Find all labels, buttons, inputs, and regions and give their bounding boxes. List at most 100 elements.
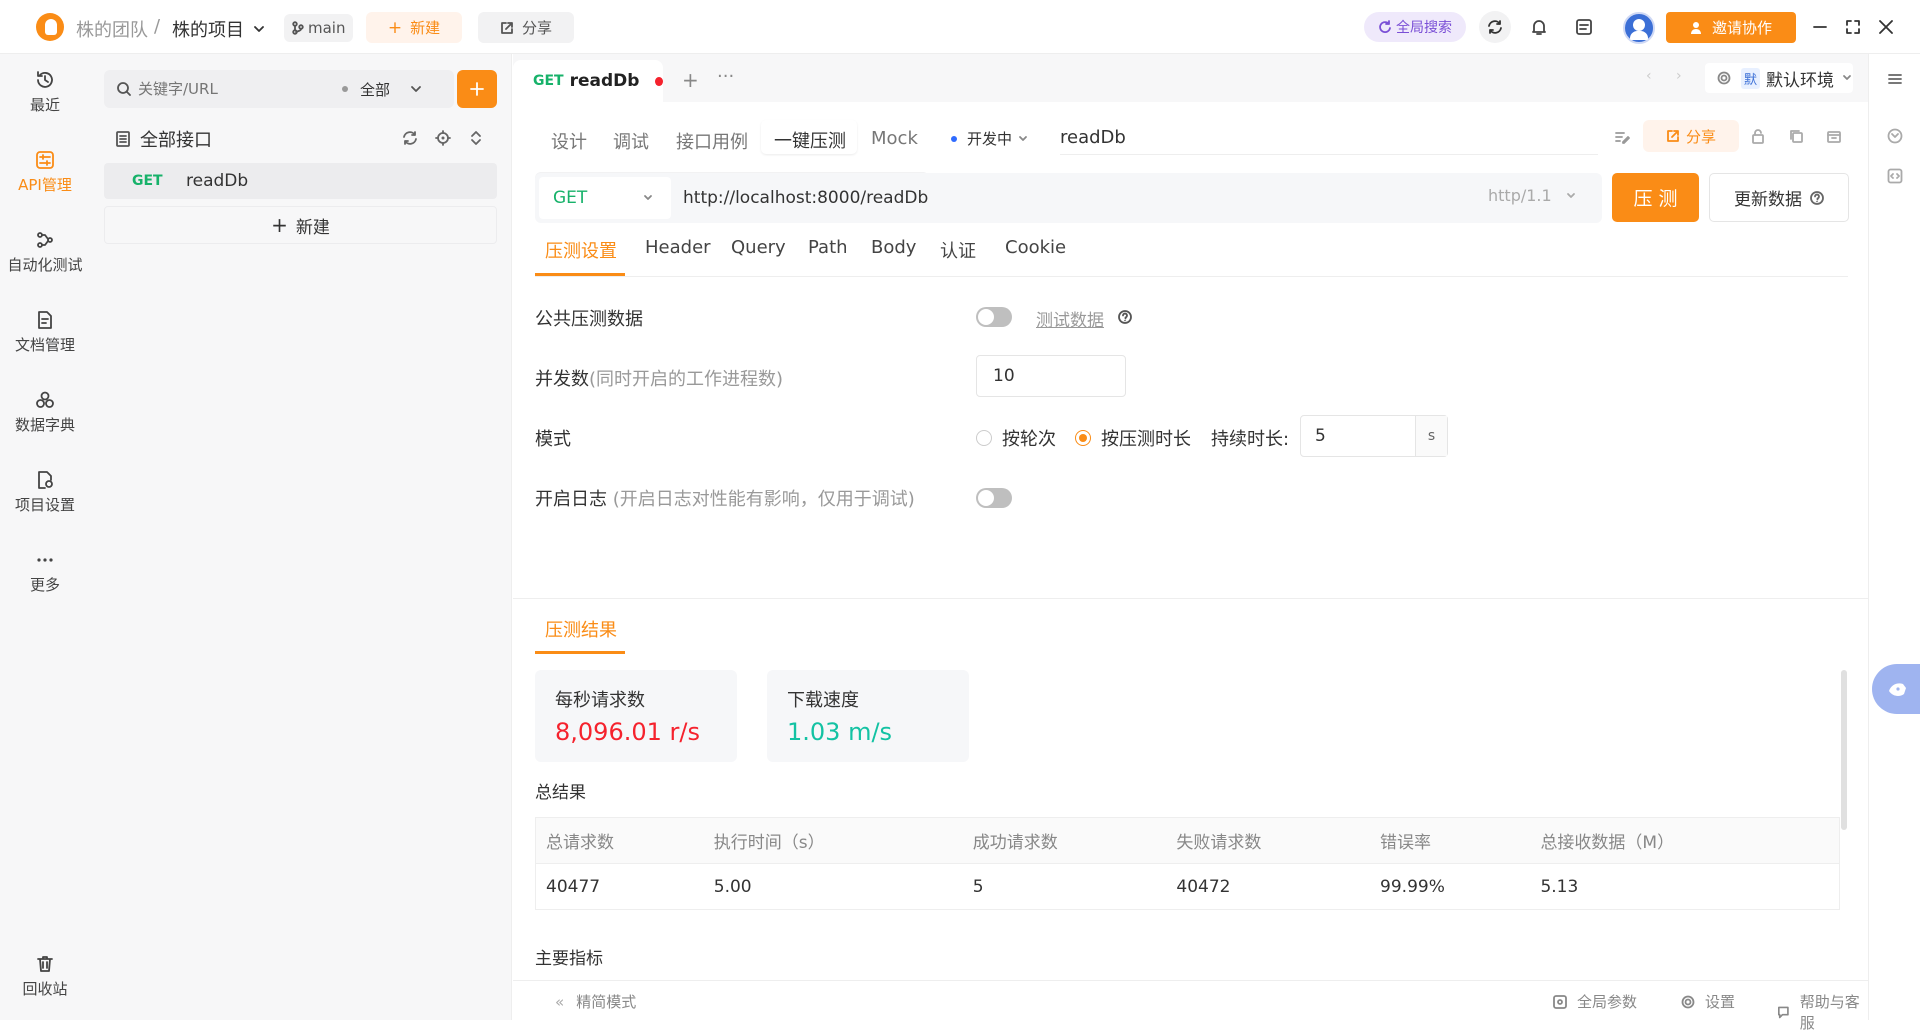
invite-button[interactable]: 邀请协作 [1666,12,1796,43]
active-tab-underline [535,273,625,276]
tab-prev-icon[interactable]: ‹ [1646,68,1652,84]
assistant-bubble[interactable] [1872,664,1920,714]
branch-switcher[interactable]: main [284,14,354,42]
method-select[interactable]: GET [539,177,671,219]
locate-icon[interactable] [435,130,451,146]
protocol-select[interactable]: http/1.1 [1488,186,1576,205]
close-icon[interactable] [1879,20,1893,34]
public-data-label: 公共压测数据 [535,309,643,330]
duration-input[interactable] [1301,416,1415,456]
tree-root[interactable]: 全部接口 [116,126,212,152]
url-input[interactable] [683,181,1463,215]
add-api-button[interactable] [457,70,497,108]
filter-select[interactable]: 全部 [360,79,390,100]
test-data-link[interactable]: 测试数据 [1036,306,1104,331]
share-api-button[interactable]: 分享 [1643,120,1739,152]
tab-body[interactable]: Body [871,237,916,258]
search-input[interactable] [138,80,338,98]
sync-button[interactable] [1479,11,1511,43]
settings-label: 设置 [1705,993,1736,1011]
project-name: 株的项目 [172,20,244,41]
tab-cookie[interactable]: Cookie [1005,237,1066,258]
help-button[interactable]: 帮助与客服 [1777,991,1868,1033]
dict-icon [36,391,54,408]
nav-api-management[interactable]: API管理 [0,150,90,195]
maximize-icon[interactable] [1846,20,1860,34]
results-scrollbar[interactable] [1841,670,1847,830]
total-results-title: 总结果 [535,783,586,803]
nav-trash[interactable]: 回收站 [0,954,90,999]
archive-icon[interactable] [1826,128,1842,144]
concurrency-input[interactable] [976,355,1126,397]
log-toggle[interactable] [976,488,1012,508]
tab-path[interactable]: Path [808,237,848,258]
nav-label: 数据字典 [14,416,75,434]
main-metrics-title: 主要指标 [535,949,603,969]
global-params-label: 全局参数 [1577,993,1638,1011]
tab-more-icon[interactable]: ··· [717,66,734,87]
expand-collapse-icon[interactable] [468,130,484,146]
add-tab-icon[interactable]: + [682,68,699,92]
project-switcher[interactable]: 株的项目 [172,16,266,42]
nav-data-dictionary[interactable]: 数据字典 [0,390,90,435]
status-selector[interactable]: 开发中 [951,128,1028,149]
tab-query[interactable]: Query [731,237,786,258]
nav-label: 文档管理 [14,336,75,354]
clock-icon [37,71,53,88]
notes-icon[interactable] [1575,18,1593,36]
compact-mode-button[interactable]: « 精简模式 [555,991,636,1012]
update-data-button[interactable]: 更新数据 [1709,173,1849,222]
env-selector[interactable]: 默 默认环境 [1705,63,1853,93]
collapse-icon[interactable] [1887,128,1903,144]
refresh-icon[interactable] [402,130,418,146]
trash-icon [37,956,53,972]
tree-root-label: 全部接口 [140,130,212,151]
lock-icon[interactable] [1750,128,1766,144]
search-box: 全部 [104,70,454,108]
settings-button[interactable]: 设置 [1681,991,1735,1012]
tab-load-settings[interactable]: 压测设置 [545,237,617,263]
tab-cases[interactable]: 接口用例 [676,128,748,154]
open-tab-readDb[interactable]: GET readDb [513,60,663,102]
concurrency-label: 并发数(同时开启的工作进程数) [535,365,783,391]
invite-label: 邀请协作 [1711,19,1772,37]
tab-next-icon[interactable]: › [1676,68,1682,84]
protocol-value: http/1.1 [1488,186,1552,205]
rps-card: 每秒请求数 8,096.01 r/s [535,670,737,762]
gear-icon [1681,995,1695,1008]
nav-docs[interactable]: 文档管理 [0,310,90,355]
new-button[interactable]: + 新建 [366,12,462,43]
mode-duration-radio[interactable]: 按压测时长 [1075,425,1191,451]
nav-project-settings[interactable]: 项目设置 [0,470,90,515]
results-tab[interactable]: 压测结果 [545,616,617,642]
tab-header[interactable]: Header [645,237,711,258]
share-project-button[interactable]: 分享 [478,12,574,43]
api-name-field[interactable]: readDb [1060,121,1598,155]
tab-mock[interactable]: Mock [871,128,918,149]
sidebar-new-button[interactable]: + 新建 [104,206,497,244]
avatar[interactable] [1623,12,1655,44]
tab-load-test[interactable]: 一键压测 [761,120,857,154]
team-name[interactable]: 株的团队 [76,16,148,42]
mode-rounds-radio[interactable]: 按轮次 [976,425,1056,451]
tab-debug[interactable]: 调试 [613,128,649,154]
copy-icon[interactable] [1788,128,1804,144]
bell-icon[interactable] [1530,18,1548,36]
nav-label: 最近 [29,96,60,114]
tab-auth[interactable]: 认证 [940,237,976,263]
global-search-button[interactable]: 全局搜索 [1364,12,1466,42]
run-load-test-button[interactable]: 压 测 [1612,173,1699,222]
global-params-button[interactable]: 全局参数 [1553,991,1637,1012]
nav-automation[interactable]: 自动化测试 [0,230,90,275]
public-data-toggle[interactable] [976,307,1012,327]
nav-recent[interactable]: 最近 [0,70,90,115]
tab-design[interactable]: 设计 [551,128,587,154]
edit-icon[interactable] [1614,129,1630,145]
hamburger-icon[interactable] [1888,72,1902,86]
minimize-icon[interactable] [1813,20,1827,34]
code-icon[interactable] [1887,168,1903,184]
nav-more[interactable]: 更多 [0,550,90,595]
column-header: 失败请求数 [1166,817,1371,864]
right-rail [1868,54,1920,1020]
api-tree-item[interactable]: GET readDb [104,163,497,199]
